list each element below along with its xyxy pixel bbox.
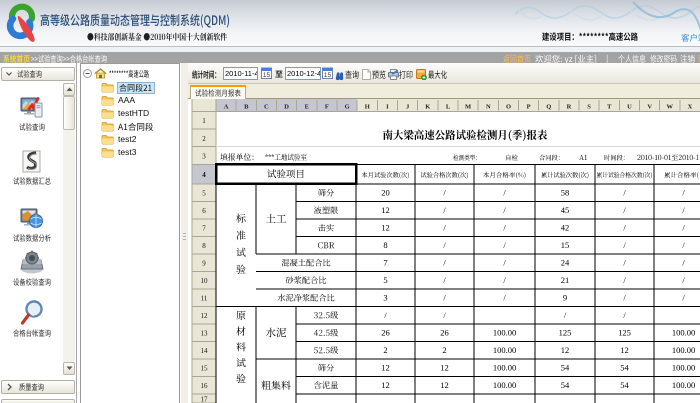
- svg-text:100.00: 100.00: [672, 328, 695, 338]
- svg-text:5: 5: [202, 190, 206, 198]
- svg-text:E: E: [305, 104, 309, 111]
- svg-text:O: O: [506, 104, 511, 111]
- svg-text:100.00: 100.00: [672, 345, 695, 355]
- svg-text:54: 54: [620, 363, 629, 373]
- svg-text:15: 15: [561, 240, 570, 250]
- svg-text:26: 26: [440, 328, 449, 338]
- svg-text:V: V: [647, 104, 652, 111]
- svg-text:2: 2: [383, 345, 387, 355]
- svg-text:20: 20: [381, 188, 390, 198]
- svg-text:16: 16: [201, 382, 209, 390]
- svg-text:12: 12: [620, 345, 629, 355]
- svg-text:100.00: 100.00: [493, 345, 516, 355]
- svg-text:L: L: [446, 104, 451, 111]
- svg-text:21: 21: [561, 275, 570, 285]
- svg-text:125: 125: [618, 328, 631, 338]
- svg-text:U: U: [627, 104, 632, 111]
- svg-text:2: 2: [202, 135, 206, 143]
- svg-text:24: 24: [561, 258, 570, 268]
- svg-text:1: 1: [202, 117, 206, 125]
- svg-text:10: 10: [201, 277, 209, 285]
- svg-text:17: 17: [201, 395, 209, 403]
- svg-text:4: 4: [202, 171, 206, 179]
- svg-text:C: C: [264, 104, 269, 111]
- svg-text:S: S: [587, 104, 591, 111]
- svg-text:100.00: 100.00: [672, 363, 695, 373]
- svg-text:5: 5: [383, 275, 387, 285]
- svg-text:26: 26: [381, 328, 390, 338]
- svg-text:3: 3: [202, 152, 206, 160]
- svg-text:3: 3: [383, 293, 387, 303]
- svg-text:9: 9: [563, 293, 567, 303]
- svg-text:N: N: [486, 104, 491, 111]
- svg-text:Q: Q: [546, 104, 551, 111]
- svg-text:11: 11: [201, 295, 208, 303]
- svg-text:100.00: 100.00: [672, 380, 695, 390]
- svg-text:12: 12: [440, 363, 449, 373]
- svg-text:125: 125: [559, 328, 572, 338]
- svg-text:15: 15: [263, 72, 271, 79]
- svg-text:14: 14: [201, 347, 209, 355]
- svg-text:K: K: [425, 104, 430, 111]
- svg-text:54: 54: [561, 363, 570, 373]
- svg-text:12: 12: [561, 345, 570, 355]
- svg-text:2: 2: [442, 345, 446, 355]
- svg-text:100.00: 100.00: [493, 328, 516, 338]
- svg-text:100.00: 100.00: [493, 363, 516, 373]
- svg-text:X: X: [688, 104, 693, 111]
- svg-text:100.00: 100.00: [493, 380, 516, 390]
- svg-text:54: 54: [620, 380, 629, 390]
- svg-text:12: 12: [381, 205, 390, 215]
- svg-text:A: A: [224, 104, 229, 111]
- svg-text:13: 13: [201, 330, 209, 338]
- svg-text:F: F: [325, 104, 329, 111]
- svg-text:T: T: [607, 104, 612, 111]
- svg-text:D: D: [284, 104, 289, 111]
- svg-text:54: 54: [561, 380, 570, 390]
- svg-text:7: 7: [202, 225, 206, 233]
- svg-text:42: 42: [561, 223, 570, 233]
- svg-text:58: 58: [561, 188, 570, 198]
- svg-text:B: B: [244, 104, 249, 111]
- svg-text:12: 12: [381, 363, 390, 373]
- svg-text:H: H: [365, 104, 370, 111]
- svg-text:R: R: [567, 104, 572, 111]
- svg-text:45: 45: [561, 205, 570, 215]
- svg-text:6: 6: [202, 207, 206, 215]
- svg-text:12: 12: [381, 223, 390, 233]
- svg-text:7: 7: [383, 258, 387, 268]
- svg-text:15: 15: [201, 365, 209, 373]
- svg-text:15: 15: [324, 72, 332, 79]
- svg-text:P: P: [527, 104, 531, 111]
- svg-text:12: 12: [201, 312, 209, 320]
- svg-text:9: 9: [202, 260, 206, 268]
- svg-text:12: 12: [440, 380, 449, 390]
- svg-text:8: 8: [202, 242, 206, 250]
- svg-text:M: M: [465, 104, 471, 111]
- svg-text:W: W: [667, 104, 674, 111]
- svg-text:12: 12: [381, 380, 390, 390]
- svg-text:G: G: [345, 104, 350, 111]
- svg-text:8: 8: [383, 240, 387, 250]
